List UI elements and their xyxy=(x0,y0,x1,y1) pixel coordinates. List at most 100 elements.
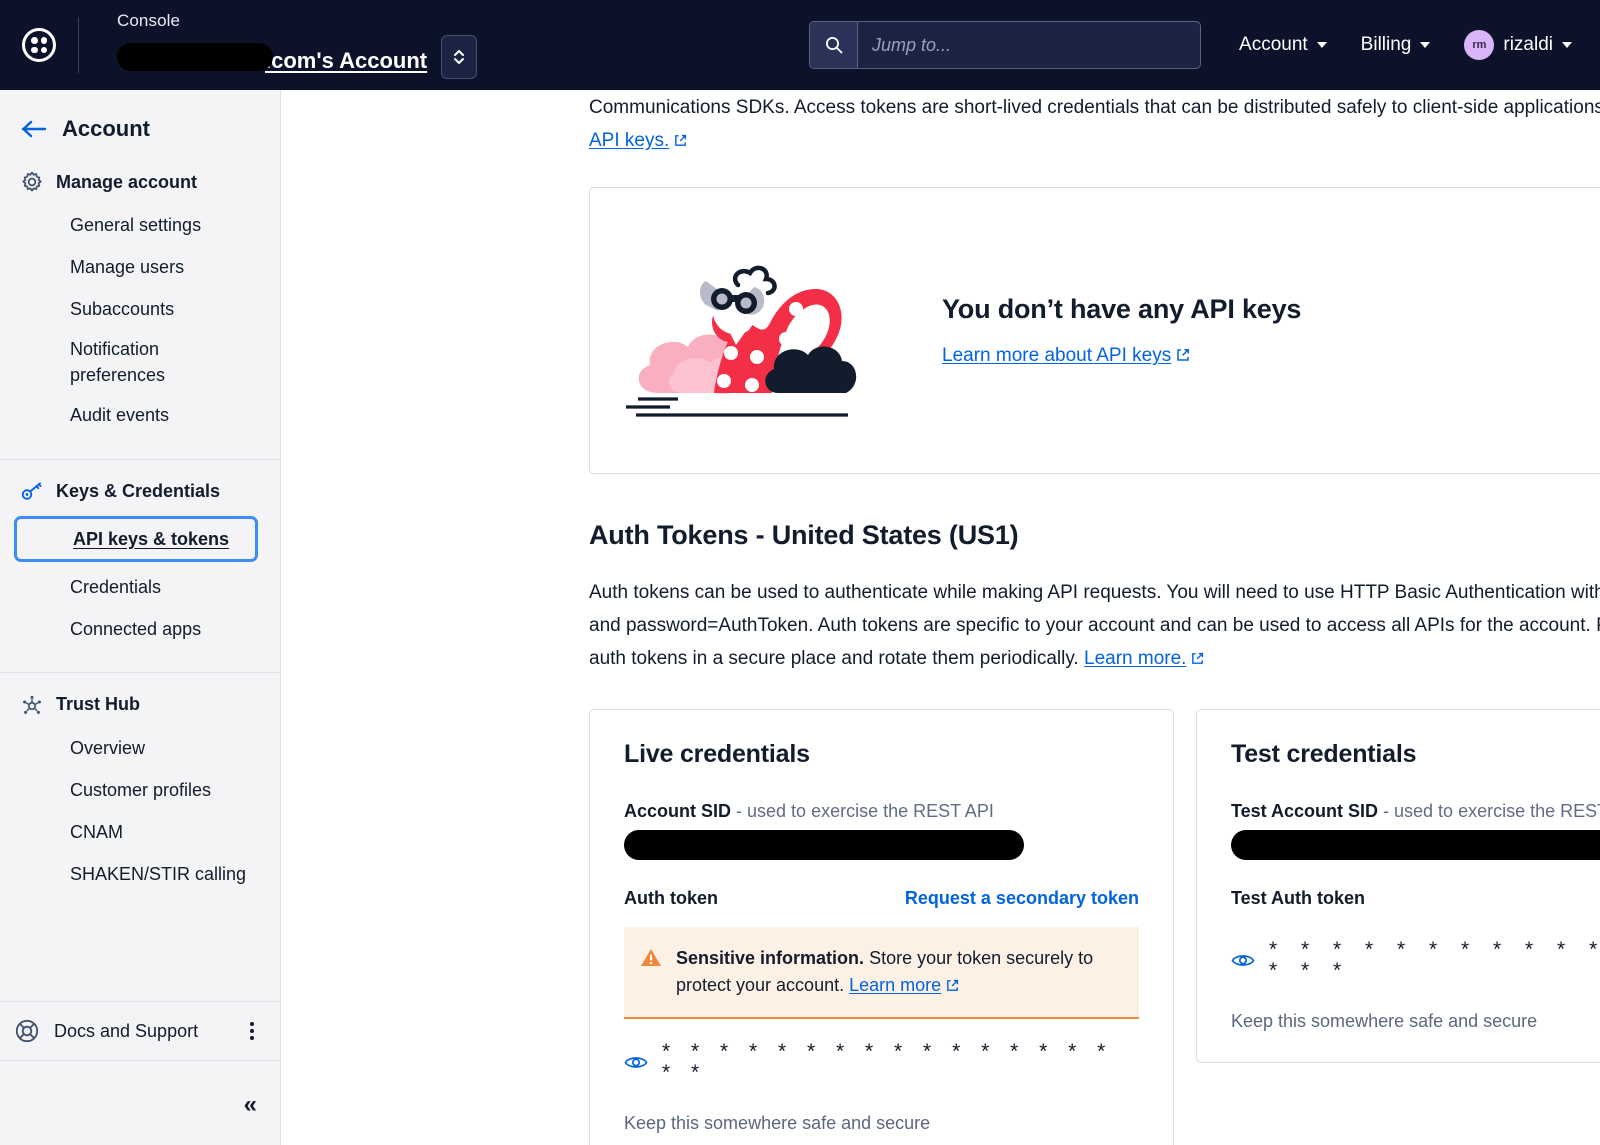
live-auth-token-value-row: * * * * * * * * * * * * * * * * * * xyxy=(624,1041,1139,1083)
nav-account-label: Account xyxy=(1239,34,1308,55)
external-link-icon xyxy=(1175,347,1191,369)
kebab-menu-icon[interactable] xyxy=(242,1018,262,1044)
search-input[interactable] xyxy=(858,22,1201,68)
live-credentials-title: Live credentials xyxy=(624,740,810,769)
sidebar-back-account[interactable]: Account xyxy=(0,90,280,164)
console-page: Console .com's Account Jump to... Accoun… xyxy=(0,0,1600,1145)
sidebar-group-header-keys-credentials[interactable]: Keys & Credentials xyxy=(0,474,280,514)
test-account-sid-label-muted: - used to exercise the REST API xyxy=(1383,801,1600,822)
sidebar-item-audit-events[interactable]: Audit events xyxy=(0,394,280,436)
live-account-sid-label-bold: Account SID xyxy=(624,801,732,822)
search-button[interactable] xyxy=(810,22,859,68)
sidebar-item-general-settings[interactable]: General settings xyxy=(0,204,280,246)
test-account-sid-value-redacted[interactable] xyxy=(1231,830,1600,861)
header-nav: Account Billing rm rizaldi xyxy=(1239,30,1572,60)
nav-account[interactable]: Account xyxy=(1239,34,1327,56)
sensitive-information-warning: Sensitive information. Store your token … xyxy=(624,927,1139,1020)
nav-billing[interactable]: Billing xyxy=(1361,34,1431,56)
sidebar-group-trust-hub: Trust Hub Overview Customer profiles CNA… xyxy=(0,687,280,913)
account-switcher-button[interactable] xyxy=(441,35,478,79)
user-menu[interactable]: rm rizaldi xyxy=(1464,30,1572,60)
api-keys-empty-state-card: You don’t have any API keys Learn more a… xyxy=(589,187,1600,475)
sidebar-item-customer-profiles[interactable]: Customer profiles xyxy=(0,769,280,811)
sidebar: Account Manage account General settings … xyxy=(0,90,281,1145)
live-keep-safe-note: Keep this somewhere safe and secure xyxy=(624,1113,931,1134)
account-block: Console .com's Account xyxy=(79,11,478,79)
sidebar-item-cnam[interactable]: CNAM xyxy=(0,811,280,853)
live-auth-token-masked: * * * * * * * * * * * * * * * * * * xyxy=(662,1040,1113,1085)
eye-icon[interactable] xyxy=(624,1054,648,1071)
gear-icon xyxy=(22,171,42,192)
live-account-sid-label: Account SID - used to exercise the REST … xyxy=(624,801,1139,822)
sidebar-item-overview[interactable]: Overview xyxy=(0,727,280,769)
sidebar-item-manage-users[interactable]: Manage users xyxy=(0,246,280,288)
test-account-sid-label-bold: Test Account SID xyxy=(1231,801,1379,822)
sidebar-item-notification-preferences[interactable]: Notification preferences xyxy=(0,330,280,394)
test-keep-safe-note: Keep this somewhere safe and secure xyxy=(1231,1011,1538,1032)
sidebar-item-connected-apps[interactable]: Connected apps xyxy=(0,608,280,650)
account-name-link[interactable]: .com's Account xyxy=(117,40,427,74)
auth-tokens-paragraph: Auth tokens can be used to authenticate … xyxy=(589,577,1600,675)
sidebar-group-title: Manage account xyxy=(56,171,198,192)
sidebar-group-header-manage-account[interactable]: Manage account xyxy=(0,164,280,204)
sidebar-bottom: Docs and Support « xyxy=(0,1001,280,1145)
sidebar-group-title: Trust Hub xyxy=(56,694,140,715)
sidebar-group-manage-account: Manage account General settings Manage u… xyxy=(0,164,280,455)
main-content: Communications SDKs. Access tokens are s… xyxy=(281,90,1600,1145)
credentials-cards-row: Live credentials Account SID - used to e… xyxy=(589,709,1600,1145)
key-icon xyxy=(21,482,42,500)
test-auth-token-label: Test Auth token xyxy=(1231,888,1365,909)
sidebar-group-title: Keys & Credentials xyxy=(56,481,221,502)
console-label: Console xyxy=(117,11,181,30)
live-credentials-card: Live credentials Account SID - used to e… xyxy=(589,709,1174,1145)
avatar: rm xyxy=(1464,30,1495,60)
sidebar-group-header-trust-hub[interactable]: Trust Hub xyxy=(0,687,280,727)
external-link-icon xyxy=(673,127,688,160)
request-secondary-token-link[interactable]: Request a secondary token xyxy=(905,888,1139,909)
live-auth-token-label: Auth token xyxy=(624,888,718,909)
lifebuoy-icon xyxy=(15,1019,39,1043)
sidebar-group-keys-credentials: Keys & Credentials API keys & tokens Cre… xyxy=(0,474,280,668)
empty-state-learn-more-link[interactable]: Learn more about API keys xyxy=(942,345,1171,366)
auth-tokens-learn-more-link[interactable]: Learn more. xyxy=(1084,648,1186,669)
sensitive-information-learn-more-link[interactable]: Learn more xyxy=(849,975,941,995)
eye-icon[interactable] xyxy=(1231,952,1255,969)
double-chevron-left-icon: « xyxy=(243,1091,257,1118)
sensitive-information-bold: Sensitive information. xyxy=(676,948,865,969)
arrow-left-icon xyxy=(21,120,47,138)
sidebar-collapse-button[interactable]: « xyxy=(0,1061,280,1145)
global-search[interactable] xyxy=(809,21,1202,69)
test-credentials-title: Test credentials xyxy=(1231,740,1417,769)
test-auth-token-masked: * * * * * * * * * * * * * * * * * * xyxy=(1269,938,1600,983)
twilio-logo-button[interactable] xyxy=(0,28,78,62)
search-icon xyxy=(825,37,842,54)
external-link-icon xyxy=(1190,645,1205,678)
sidebar-item-subaccounts[interactable]: Subaccounts xyxy=(0,288,280,330)
auth-tokens-title: Auth Tokens - United States (US1) xyxy=(589,520,1019,551)
warning-triangle-icon xyxy=(641,949,661,967)
chevron-down-icon xyxy=(1420,42,1431,48)
empty-state-title: You don’t have any API keys xyxy=(942,294,1302,325)
sidebar-item-credentials[interactable]: Credentials xyxy=(0,566,280,608)
sidebar-back-label: Account xyxy=(62,116,150,141)
external-link-icon xyxy=(945,974,960,1001)
intro-paragraph-text: Communications SDKs. Access tokens are s… xyxy=(589,97,1600,118)
chevron-down-icon xyxy=(1562,42,1572,48)
live-account-sid-value-redacted[interactable] xyxy=(624,830,1024,861)
user-name-label: rizaldi xyxy=(1503,34,1553,55)
sensitive-information-text: Sensitive information. Store your token … xyxy=(676,945,1119,999)
sidebar-item-shaken-stir-calling[interactable]: SHAKEN/STIR calling xyxy=(0,853,280,895)
sidebar-item-docs-and-support[interactable]: Docs and Support xyxy=(0,1001,280,1061)
chevron-down-icon xyxy=(1316,42,1327,48)
test-credentials-card: Test credentials Test Account SID - used… xyxy=(1196,709,1600,1064)
test-account-sid-label: Test Account SID - used to exercise the … xyxy=(1231,801,1600,822)
person-with-binoculars-illustration xyxy=(626,265,857,417)
sidebar-divider xyxy=(0,458,280,460)
intro-paragraph: Communications SDKs. Access tokens are s… xyxy=(589,90,1600,157)
sidebar-item-api-keys-tokens[interactable]: API keys & tokens xyxy=(14,515,258,562)
sidebar-divider xyxy=(0,671,280,673)
nav-billing-label: Billing xyxy=(1360,34,1412,55)
docs-and-support-label: Docs and Support xyxy=(54,1020,199,1041)
test-auth-token-value-row: * * * * * * * * * * * * * * * * * * xyxy=(1231,939,1600,981)
top-navigation-bar: Console .com's Account Jump to... Accoun… xyxy=(0,0,1600,90)
